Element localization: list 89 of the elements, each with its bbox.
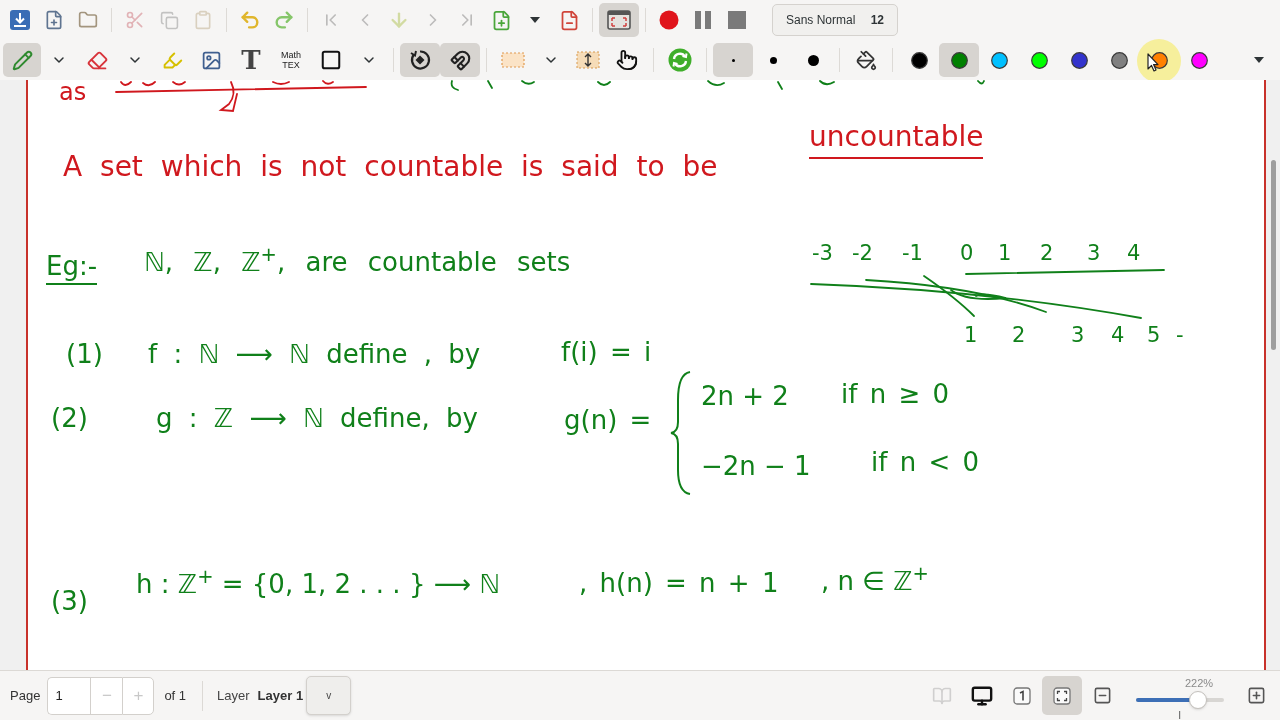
item-number: (2)	[51, 402, 88, 434]
math-tool-button[interactable]: Math TEX	[271, 43, 311, 77]
number-label: 1	[964, 322, 978, 348]
number-label: 3	[1087, 240, 1101, 266]
zoom-fit-icon	[1053, 686, 1071, 705]
page-number-icon	[1013, 686, 1031, 705]
number-label: 1	[998, 240, 1012, 266]
term-text: uncountable	[809, 120, 984, 159]
handwritten-fragment: as	[59, 80, 87, 106]
formula-text: , h(n) = n + 1	[579, 567, 779, 599]
rotate-icon	[409, 49, 431, 71]
dot-icon	[731, 58, 735, 62]
number-label: -1	[902, 240, 923, 266]
example-text: ℕ, ℤ, ℤ$^{+}$, are countable sets	[144, 246, 571, 278]
scrollbar-thumb[interactable]	[1270, 160, 1276, 350]
undo-icon	[239, 9, 261, 31]
number-label: 0	[960, 240, 974, 266]
scissors-icon	[125, 10, 145, 30]
tick-mark-icon	[1179, 710, 1181, 719]
caret-icon	[1254, 57, 1264, 63]
number-label: -3	[812, 240, 833, 266]
zoom-in-icon	[1246, 686, 1266, 705]
example-label: Eg:-	[46, 250, 98, 285]
copy-icon	[159, 10, 179, 30]
pen-button[interactable]	[3, 43, 41, 77]
paint-bucket-icon	[855, 49, 877, 71]
new-file-icon	[44, 10, 64, 30]
number-label: -2	[852, 240, 873, 266]
download-icon	[9, 9, 31, 31]
page-label: Page	[10, 686, 41, 705]
stop-icon	[728, 11, 746, 29]
item-number: (3)	[51, 585, 88, 617]
number-label: 2	[1012, 322, 1026, 348]
color-button[interactable]	[939, 43, 979, 77]
pencil-icon	[11, 49, 33, 71]
dashed-rectangle-icon	[501, 52, 525, 68]
case-value: 2n + 2	[701, 380, 789, 412]
record-icon	[659, 10, 679, 30]
case-condition: if n ≥ 0	[841, 378, 949, 410]
number-label: 4	[1127, 240, 1141, 266]
pause-icon	[694, 11, 712, 29]
pointing-hand-icon	[616, 49, 638, 71]
zoom-out-icon	[1092, 686, 1112, 705]
definition-text: A set which is not countable is said to be	[63, 150, 718, 184]
brace-icon	[669, 370, 693, 496]
dot-icon	[769, 56, 777, 64]
clipboard-icon	[193, 10, 213, 30]
vertical-space-icon	[576, 51, 600, 69]
eraser-icon	[86, 49, 108, 71]
number-label: 5	[1147, 322, 1161, 348]
case-condition: if n < 0	[871, 446, 979, 478]
number-label: 3	[1071, 322, 1085, 348]
number-label: 4	[1111, 322, 1125, 348]
mouse-pointer-icon	[1147, 53, 1159, 72]
fullscreen-icon	[607, 10, 631, 30]
function-text: h : ℤ$^{+}$ = {0, 1, 2 . . . } ⟶ ℕ	[136, 568, 501, 600]
function-text: f : ℕ ⟶ ℕ define , by	[148, 338, 481, 370]
refresh-icon	[668, 48, 692, 72]
caret-icon	[530, 17, 540, 23]
font-button[interactable]: Sans Normal 12	[772, 4, 898, 36]
open-book-icon	[932, 685, 952, 706]
zoom-slider[interactable]	[1136, 690, 1224, 709]
function-text: g : ℤ ⟶ ℕ define, by	[156, 402, 478, 434]
formula-text: f(i) = i	[561, 336, 652, 368]
number-label: 2	[1040, 240, 1054, 266]
dot-icon	[807, 54, 819, 66]
page-input[interactable]: 1	[47, 676, 91, 715]
magnet-icon	[449, 49, 471, 71]
text-tool-button[interactable]: T	[231, 43, 271, 77]
fullscreen-button[interactable]	[599, 3, 639, 37]
rectangle-icon	[320, 49, 342, 71]
item-number: (1)	[66, 338, 103, 370]
page-count: of 1	[164, 686, 187, 705]
grid-snapping-button[interactable]	[440, 43, 480, 77]
layer-name: Layer 1	[257, 686, 304, 705]
number-label: -	[1176, 322, 1184, 348]
layer-dropdown-button[interactable]: v	[306, 676, 352, 715]
monitor-icon	[971, 684, 993, 707]
folder-icon	[78, 10, 98, 30]
zoom-slider-thumb[interactable]	[1188, 690, 1207, 709]
layer-label: Layer	[217, 686, 250, 705]
domain-text: , n ∈ ℤ$^{+}$	[821, 565, 929, 597]
case-value: −2n − 1	[701, 450, 811, 482]
image-icon	[200, 49, 222, 71]
zoom-fit-button[interactable]	[1042, 676, 1082, 715]
formula-text: g(n) =	[564, 404, 652, 436]
zoom-reading: 222%	[1185, 676, 1214, 690]
redo-icon	[273, 9, 295, 31]
rotation-snapping-button[interactable]	[400, 43, 440, 77]
